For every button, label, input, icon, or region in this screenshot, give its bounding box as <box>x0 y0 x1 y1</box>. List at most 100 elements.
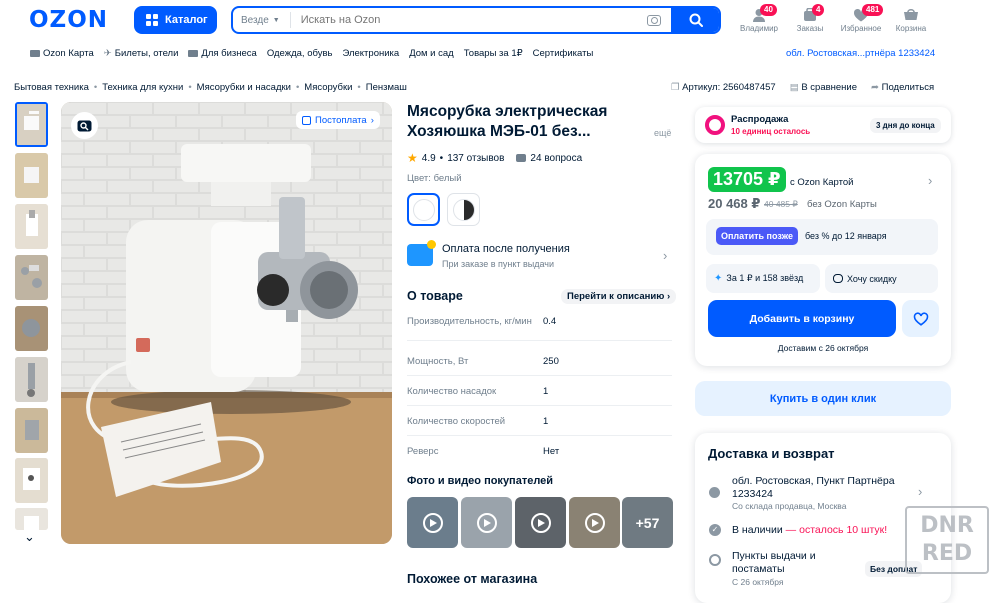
spec-row: Мощность, Вт 250 <box>407 356 672 368</box>
rating-separator: • <box>439 152 444 164</box>
product-title: Мясорубка электрическая Хозяюшка МЭБ-01 … <box>407 102 657 142</box>
subnav-home-garden[interactable]: Дом и сад <box>409 48 454 59</box>
pickup-line: Пункты выдачи и <box>732 550 816 562</box>
pickup-line: постаматы <box>732 563 785 575</box>
sale-count: 10 единиц осталось <box>731 127 811 136</box>
gallery-thumbnail[interactable] <box>15 357 48 402</box>
chevron-down-icon: ▼ <box>272 16 280 24</box>
to-description-button[interactable]: Перейти к описанию › <box>561 289 677 304</box>
share-button[interactable]: ➦ Поделиться <box>871 82 934 93</box>
color-swatch-white[interactable] <box>407 193 440 226</box>
questions-icon <box>516 154 527 162</box>
questions-link[interactable]: 24 вопроса <box>530 153 582 164</box>
customer-video[interactable] <box>515 497 566 548</box>
catalog-button[interactable]: Каталог <box>134 6 217 34</box>
ozon-logo[interactable]: OZON <box>29 7 108 33</box>
title-more-link[interactable]: ещё <box>654 128 671 138</box>
spec-row: Количество насадок 1 <box>407 386 672 398</box>
header-favorites[interactable]: 481 Избранное <box>836 4 886 33</box>
search-button[interactable] <box>671 8 719 32</box>
plane-icon: ✈ <box>103 48 112 59</box>
pay-later-button: Оплатить позже <box>716 227 798 245</box>
color-label: Цвет: белый <box>407 173 462 184</box>
gallery-thumbnail[interactable] <box>15 508 48 530</box>
play-icon <box>584 512 605 533</box>
header-cart[interactable]: Корзина <box>886 6 936 33</box>
similar-section-title: Похожее от магазина <box>407 572 538 586</box>
star-icon: ★ <box>407 151 418 165</box>
add-to-cart-button[interactable]: Добавить в корзину <box>708 300 896 337</box>
customer-video[interactable] <box>569 497 620 548</box>
divider <box>407 375 672 376</box>
breadcrumb-item[interactable]: Мясорубки <box>304 82 352 93</box>
subnav-business[interactable]: Для бизнеса <box>188 48 257 59</box>
to-description-label: Перейти к описанию <box>567 291 665 302</box>
chevron-right-icon[interactable]: › <box>928 173 932 188</box>
subnav-certificates[interactable]: Сертификаты <box>533 48 594 59</box>
location-pin-icon <box>709 487 720 498</box>
gallery-thumbnail[interactable] <box>15 306 48 351</box>
pay-after-receipt[interactable]: Оплата после получения При заказе в пунк… <box>407 240 672 272</box>
postpay-badge[interactable]: Постоплата › <box>296 111 380 129</box>
subnav-ozon-card[interactable]: Ozon Карта <box>30 48 94 59</box>
subnav-clothes[interactable]: Одежда, обувь <box>267 48 333 59</box>
subnav-tickets[interactable]: ✈ Билеты, отели <box>104 48 179 59</box>
compare-button[interactable]: ▤ В сравнение <box>790 82 857 93</box>
customer-video[interactable] <box>461 497 512 548</box>
spec-name: Количество скоростей <box>407 416 506 427</box>
header-orders[interactable]: 4 Заказы <box>785 4 835 33</box>
search-scope-label: Везде <box>241 14 269 26</box>
breadcrumb-item[interactable]: Бытовая техника <box>14 82 89 93</box>
pay-later-row[interactable]: Оплатить позже без % до 12 января <box>706 219 938 255</box>
camera-search-icon[interactable] <box>647 14 661 26</box>
old-price: 40 485 ₽ <box>764 199 798 209</box>
search-input[interactable] <box>290 14 647 26</box>
spec-name: Производительность, кг/мин <box>407 316 532 327</box>
product-main-image[interactable]: Постоплата › <box>61 102 392 544</box>
subnav-goods-for-1[interactable]: Товары за 1₽ <box>464 48 523 59</box>
header-profile[interactable]: 40 Владимир <box>734 4 784 33</box>
delivery-location[interactable]: обл. Ростовская...ртнёра 1233424 <box>786 48 935 59</box>
stars-offer[interactable]: ✦ За 1 ₽ и 158 звёзд <box>706 264 820 293</box>
play-icon <box>530 512 551 533</box>
pickup-points[interactable]: Пункты выдачи и постаматы <box>732 550 816 576</box>
title-line: Хозяюшка МЭБ-01 без... <box>407 123 591 140</box>
want-discount-button[interactable]: Хочу скидку <box>825 264 938 293</box>
chevron-down-icon[interactable]: ⌄ <box>24 529 35 545</box>
image-search-button[interactable] <box>71 112 98 139</box>
cart-label: Корзина <box>895 24 927 33</box>
sku-copy[interactable]: ❐ Артикул: 2560487457 <box>671 82 776 93</box>
spec-value: Нет <box>543 446 560 457</box>
sub-navigation: Ozon Карта ✈ Билеты, отели Для бизнеса Од… <box>30 48 593 59</box>
gallery-thumbnail[interactable] <box>15 255 48 300</box>
spec-value: 1 <box>543 416 549 427</box>
search-icon <box>689 13 703 27</box>
gallery-thumbnail[interactable] <box>15 153 48 198</box>
stock-label: В наличии <box>732 524 783 536</box>
gallery-thumbnail[interactable] <box>15 204 48 249</box>
breadcrumb-item[interactable]: Пензмаш <box>366 82 407 93</box>
search-scope-select[interactable]: Везде ▼ <box>233 12 291 28</box>
sale-subtitle: 10 единиц осталось <box>731 127 810 136</box>
reviews-link[interactable]: 137 отзывов <box>447 153 504 164</box>
more-photos-tile[interactable]: +57 <box>622 497 673 548</box>
buy-one-click-button[interactable]: Купить в один клик <box>695 381 951 416</box>
add-to-favorites-button[interactable] <box>902 300 939 337</box>
customer-video[interactable] <box>407 497 458 548</box>
gallery-thumbnail[interactable] <box>15 408 48 453</box>
card-icon <box>30 50 40 57</box>
subnav-electronics[interactable]: Электроника <box>342 48 399 59</box>
delivery-address[interactable]: обл. Ростовская, Пункт Партнёра 1233424 <box>732 475 895 501</box>
delivery-date-hint: Доставим с 26 октября <box>777 343 869 353</box>
gallery-thumbnail[interactable] <box>15 458 48 503</box>
color-swatch-black-white[interactable] <box>447 193 480 226</box>
chevron-right-icon[interactable]: › <box>918 484 922 499</box>
breadcrumb-item[interactable]: Мясорубки и насадки <box>197 82 291 93</box>
lens-search-icon <box>77 120 92 132</box>
orders-badge: 4 <box>812 4 825 16</box>
breadcrumb-item[interactable]: Техника для кухни <box>102 82 183 93</box>
chevron-right-icon: › <box>370 114 374 126</box>
sale-countdown: 3 дня до конца <box>870 118 941 133</box>
sale-banner[interactable]: Распродажа 10 единиц осталось 3 дня до к… <box>695 107 951 143</box>
gallery-thumbnail[interactable] <box>15 102 48 147</box>
